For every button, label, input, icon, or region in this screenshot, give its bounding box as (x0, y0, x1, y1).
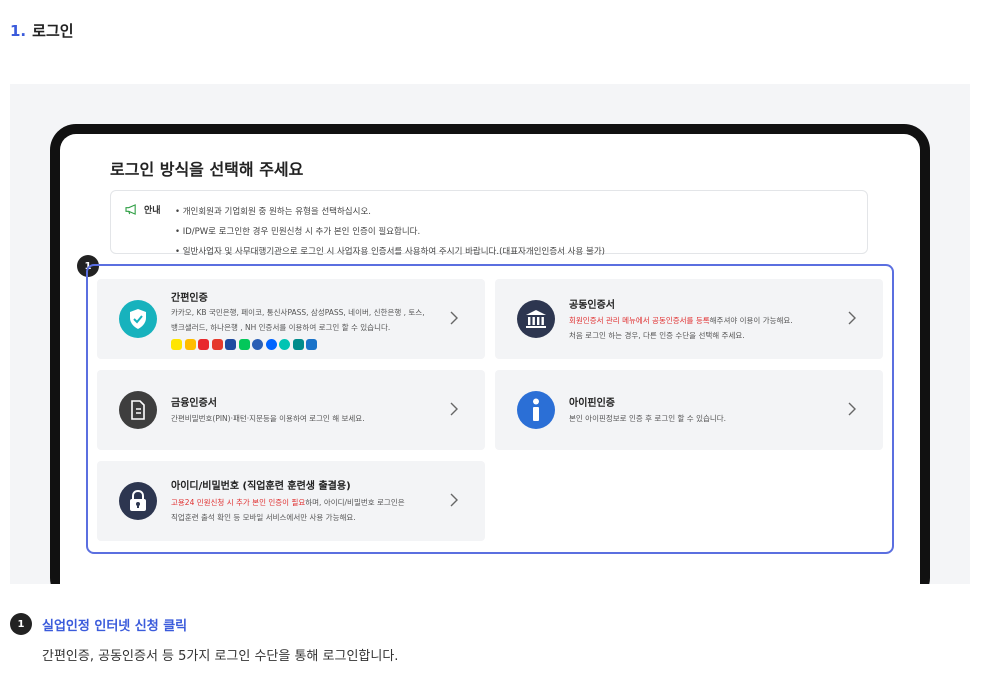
tablet-frame: 로그인 방식을 선택해 주세요 안내 개인회원과 기업회원 중 원하는 유형을 … (50, 124, 930, 584)
chevron-right-icon (848, 311, 856, 325)
notice-item: 일반사업자 및 사무대행기관으로 로그인 시 사업자용 인증서를 사용하여 주시… (175, 242, 605, 262)
chevron-right-icon (848, 402, 856, 416)
card-desc-line: 직업훈련 출석 확인 등 모바일 서비스에서만 사용 가능해요. (171, 513, 356, 522)
screenshot-panel: 로그인 방식을 선택해 주세요 안내 개인회원과 기업회원 중 원하는 유형을 … (10, 84, 970, 584)
chevron-right-icon (450, 311, 458, 325)
card-desc-warning: 회원인증서 관리 메뉴에서 공동인증서를 등록 (569, 316, 710, 325)
bank-icon (517, 300, 555, 338)
card-title: 아이핀인증 (569, 398, 615, 409)
card-desc: 본인 아이핀정보로 인증 후 로그인 할 수 있습니다. (569, 414, 727, 423)
shield-check-icon (119, 300, 157, 338)
nh-logo-icon (306, 339, 317, 350)
card-title: 금융인증서 (171, 398, 217, 409)
section-title-text: 로그인 (32, 22, 74, 40)
lock-icon (119, 482, 157, 520)
id-password-card[interactable]: 아이디/비밀번호 (직업훈련 훈련생 출결용) 고용24 민원신청 시 추가 본… (97, 461, 485, 541)
samsung-pass-logo-icon (225, 339, 236, 350)
payco-logo-icon (198, 339, 209, 350)
card-desc-warning: 고용24 민원신청 시 추가 본인 인증이 필요 (171, 498, 306, 507)
naver-logo-icon (238, 339, 250, 350)
step-marker: 1 (10, 613, 32, 635)
step-title: 실업인정 인터넷 신청 클릭 (42, 618, 188, 634)
provider-logos (171, 339, 320, 350)
notice-item: ID/PW로 로그인한 경우 민원신청 시 추가 본인 인증이 필요합니다. (175, 222, 605, 242)
section-title: 1. 로그인 (10, 20, 74, 41)
notice-box: 안내 개인회원과 기업회원 중 원하는 유형을 선택하십시오. ID/PW로 로… (110, 190, 868, 257)
document-icon (119, 391, 157, 429)
finance-certificate-card[interactable]: 금융인증서 간편비밀번호(PIN)·패턴·지문등을 이용하여 로그인 해 보세요… (97, 370, 485, 450)
chevron-right-icon (450, 493, 458, 507)
pass-logo-icon (211, 339, 223, 350)
info-icon (517, 391, 555, 429)
kb-logo-icon (184, 339, 196, 350)
step-heading: 1 실업인정 인터넷 신청 클릭 (10, 613, 187, 635)
joint-certificate-card[interactable]: 공동인증서 회원인증서 관리 메뉴에서 공동인증서를 등록해주셔야 이용이 가능… (495, 279, 883, 359)
card-desc: 간편비밀번호(PIN)·패턴·지문등을 이용하여 로그인 해 보세요. (171, 414, 365, 423)
banksalad-logo-icon (279, 339, 290, 350)
card-desc-line: 고용24 민원신청 시 추가 본인 인증이 필요하며, 아이디/비밀번호 로그인… (171, 495, 461, 510)
card-desc: 카카오, KB 국민은행, 페이코, 통신사PASS, 삼성PASS, 네이버,… (171, 305, 451, 335)
login-method-title: 로그인 방식을 선택해 주세요 (110, 160, 304, 179)
card-desc-line: 카카오, KB 국민은행, 페이코, 통신사PASS, 삼성PASS, 네이버,… (171, 308, 425, 317)
section-number: 1. (10, 22, 27, 40)
step-description: 간편인증, 공동인증서 등 5가지 로그인 수단을 통해 로그인합니다. (42, 649, 399, 664)
card-title: 공동인증서 (569, 300, 615, 311)
card-title: 간편인증 (171, 293, 208, 304)
notice-list: 개인회원과 기업회원 중 원하는 유형을 선택하십시오. ID/PW로 로그인한… (175, 202, 605, 262)
shinhan-logo-icon (252, 339, 263, 350)
toss-logo-icon (265, 339, 277, 350)
card-desc-text: 하며, 아이디/비밀번호 로그인은 (305, 498, 405, 507)
login-screen: 로그인 방식을 선택해 주세요 안내 개인회원과 기업회원 중 원하는 유형을 … (60, 134, 920, 584)
card-desc-line: 회원인증서 관리 메뉴에서 공동인증서를 등록해주셔야 이용이 가능해요. (569, 313, 859, 328)
card-desc: 고용24 민원신청 시 추가 본인 인증이 필요하며, 아이디/비밀번호 로그인… (171, 495, 461, 525)
notice-item: 개인회원과 기업회원 중 원하는 유형을 선택하십시오. (175, 202, 605, 222)
kakao-logo-icon (171, 339, 182, 350)
ipin-card[interactable]: 아이핀인증 본인 아이핀정보로 인증 후 로그인 할 수 있습니다. (495, 370, 883, 450)
card-desc-line: 뱅크샐러드, 하나은행 , NH 인증서를 이용하여 로그인 할 수 있습니다. (171, 323, 391, 332)
hana-logo-icon (292, 339, 304, 350)
notice-label: 안내 (125, 203, 161, 216)
simple-auth-card[interactable]: 간편인증 카카오, KB 국민은행, 페이코, 통신사PASS, 삼성PASS,… (97, 279, 485, 359)
notice-label-text: 안내 (144, 206, 161, 216)
chevron-right-icon (450, 402, 458, 416)
card-desc: 회원인증서 관리 메뉴에서 공동인증서를 등록해주셔야 이용이 가능해요. 처음… (569, 313, 859, 343)
megaphone-icon (125, 204, 136, 215)
card-desc-line: 처음 로그인 하는 경우, 다른 인증 수단을 선택해 주세요. (569, 331, 745, 340)
card-title: 아이디/비밀번호 (직업훈련 훈련생 출결용) (171, 481, 351, 492)
card-desc-text: 해주셔야 이용이 가능해요. (709, 316, 793, 325)
